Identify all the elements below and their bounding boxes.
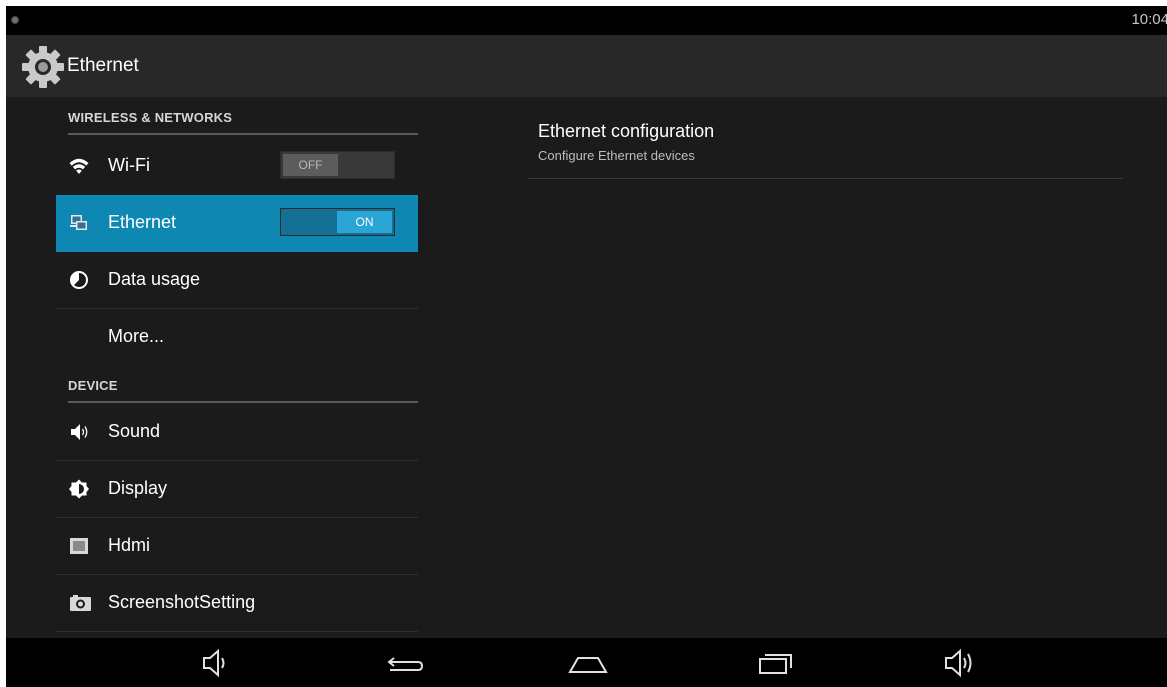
sidebar-item-label: More... <box>108 326 165 346</box>
notification-dot-icon <box>11 16 19 24</box>
back-icon[interactable] <box>384 648 424 678</box>
sidebar-item-label: Sound <box>108 421 161 441</box>
sound-icon <box>71 424 88 440</box>
toggle-state: OFF <box>283 154 338 176</box>
settings-list: WIRELESS & NETWORKS Wi-Fi OFF Ethernet O… <box>6 97 418 638</box>
status-time: 10:04 <box>1131 11 1167 28</box>
sidebar-item-label: Ethernet <box>108 212 177 232</box>
section-header-wireless: WIRELESS & NETWORKS <box>68 97 418 135</box>
section-header-label: WIRELESS & NETWORKS <box>68 110 233 125</box>
volume-down-icon[interactable] <box>198 648 238 678</box>
navigation-bar <box>6 638 1167 687</box>
sidebar-item-label: Wi-Fi <box>108 155 150 175</box>
sidebar-item-label: Data usage <box>108 269 201 289</box>
divider <box>56 631 418 632</box>
sidebar-item-display[interactable]: Display <box>56 461 418 518</box>
ethernet-toggle[interactable]: ON <box>280 208 395 236</box>
page-title: Ethernet <box>67 55 139 76</box>
wifi-toggle[interactable]: OFF <box>280 151 395 179</box>
status-bar: 10:04 <box>6 6 1167 35</box>
detail-pane: Ethernet configuration Configure Etherne… <box>418 97 1167 638</box>
sidebar-item-screenshot-setting[interactable]: ScreenshotSetting <box>56 575 418 632</box>
action-bar: Ethernet <box>6 35 1167 97</box>
volume-up-icon[interactable] <box>942 648 982 678</box>
sidebar-item-ethernet[interactable]: Ethernet ON <box>56 195 418 252</box>
hdmi-icon <box>70 538 88 554</box>
preference-title: Ethernet configuration <box>538 121 715 141</box>
sidebar-item-more[interactable]: More... <box>56 309 418 366</box>
sidebar-item-label: Hdmi <box>108 535 151 555</box>
ethernet-configuration-item[interactable]: Ethernet configuration Configure Etherne… <box>528 97 1123 179</box>
ethernet-icon <box>70 215 87 230</box>
section-header-device: DEVICE <box>68 365 418 403</box>
sidebar-item-label: ScreenshotSetting <box>108 592 256 612</box>
sidebar-item-label: Display <box>108 478 168 498</box>
toggle-state: ON <box>337 211 392 233</box>
screen: 10:04 Ethernet WIRELESS & NETWORKS Wi-Fi… <box>6 6 1167 687</box>
preference-summary: Configure Ethernet devices <box>538 148 695 163</box>
sidebar-item-hdmi[interactable]: Hdmi <box>56 518 418 575</box>
data-usage-icon <box>70 271 88 289</box>
gear-icon[interactable] <box>20 44 66 90</box>
recent-apps-icon[interactable] <box>756 648 796 678</box>
camera-icon <box>70 595 91 611</box>
section-header-label: DEVICE <box>68 378 118 393</box>
display-icon <box>69 479 89 499</box>
sidebar-item-wifi[interactable]: Wi-Fi OFF <box>56 138 418 195</box>
sidebar-item-sound[interactable]: Sound <box>56 404 418 461</box>
sidebar-item-data-usage[interactable]: Data usage <box>56 252 418 309</box>
home-icon[interactable] <box>568 648 608 678</box>
settings-content: WIRELESS & NETWORKS Wi-Fi OFF Ethernet O… <box>6 97 1167 638</box>
wifi-icon <box>69 158 89 174</box>
